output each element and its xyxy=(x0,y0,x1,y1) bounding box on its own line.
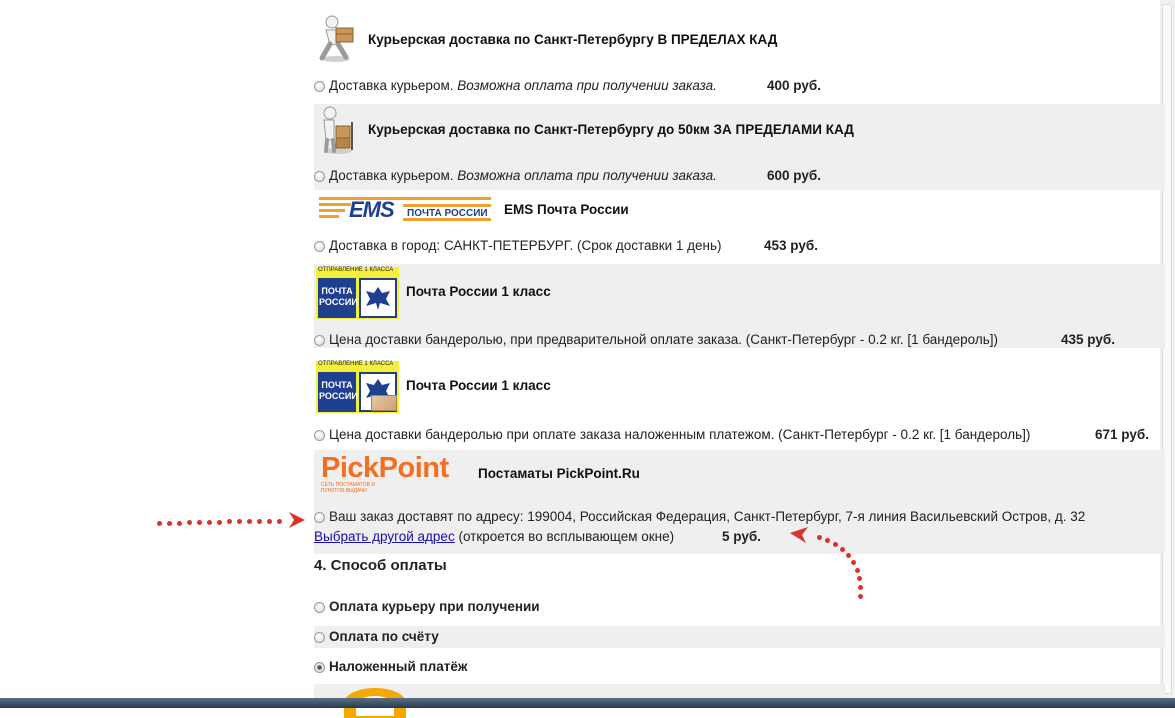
option-text: Ваш заказ доставят по адресу: 199004, Ро… xyxy=(329,509,1086,524)
logo-top-text: ОТПРАВЛЕНИЕ 1 КЛАССА xyxy=(318,267,394,273)
pickpoint-title: Постаматы PickPoint.Ru xyxy=(478,466,640,481)
ems-title: EMS Почта России xyxy=(504,202,629,217)
pickpoint-change-row: Выбрать другой адрес (откроется во всплы… xyxy=(314,529,674,544)
courier-in-price: 400 руб. xyxy=(767,78,821,93)
option-text: Доставка курьером. xyxy=(329,168,454,183)
option-note: Возможна оплата при получении заказа. xyxy=(457,78,717,93)
ems-option[interactable]: Доставка в город: САНКТ-ПЕТЕРБУРГ. (Срок… xyxy=(314,238,722,253)
post-cod-price: 671 руб. xyxy=(1095,427,1149,442)
option-text: Доставка в город: САНКТ-ПЕТЕРБУРГ. (Срок… xyxy=(329,238,722,253)
courier-in-radio[interactable] xyxy=(314,81,325,92)
post-prepaid-radio[interactable] xyxy=(314,335,325,346)
payment-option-label: Наложенный платёж xyxy=(329,659,468,674)
pochta-first-class-logo: ОТПРАВЛЕНИЕ 1 КЛАССА ПОЧТА РОССИИ xyxy=(316,267,399,319)
ems-logo-subtext: ПОЧТА РОССИИ xyxy=(407,208,488,219)
pickpoint-option[interactable]: Ваш заказ доставят по адресу: 199004, Ро… xyxy=(314,509,1085,524)
logo-top-text: ОТПРАВЛЕНИЕ 1 КЛАССА xyxy=(318,361,394,367)
pickpoint-price: 5 руб. xyxy=(722,529,761,544)
payment-cod-radio[interactable] xyxy=(314,662,325,673)
option-text: Цена доставки бандеролью, при предварите… xyxy=(329,332,999,347)
post-cod-option[interactable]: Цена доставки бандеролью при оплате зака… xyxy=(314,427,1030,442)
payment-invoice-radio[interactable] xyxy=(314,632,325,643)
courier-out-title: Курьерская доставка по Санкт-Петербургу … xyxy=(368,122,854,137)
payment-option-label: Оплата по счёту xyxy=(329,629,439,644)
courier-out-option[interactable]: Доставка курьером. Возможна оплата при п… xyxy=(314,168,717,183)
arrowhead-right-icon xyxy=(289,512,305,528)
row-band xyxy=(314,626,1165,648)
courier-out-radio[interactable] xyxy=(314,171,325,182)
pickpoint-logo: PickPoint СЕТЬ ПОСТАМАТОВ И ПУНКТОВ ВЫДА… xyxy=(321,452,467,496)
payment-option-invoice[interactable]: Оплата по счёту xyxy=(314,629,439,644)
post-cod-radio[interactable] xyxy=(314,430,325,441)
courier-runner-icon xyxy=(316,14,360,65)
post-prepaid-option[interactable]: Цена доставки бандеролью, при предварите… xyxy=(314,332,998,347)
change-address-link[interactable]: Выбрать другой адрес xyxy=(314,529,455,544)
option-text: Цена доставки бандеролью при оплате зака… xyxy=(329,427,1031,442)
pickpoint-tagline: СЕТЬ ПОСТАМАТОВ И ПУНКТОВ ВЫДАЧИ xyxy=(321,482,375,494)
option-text: Доставка курьером. xyxy=(329,78,454,93)
logo-text: ПОЧТА РОССИИ xyxy=(319,286,358,307)
banknotes-icon xyxy=(371,395,397,411)
courier-in-option[interactable]: Доставка курьером. Возможна оплата при п… xyxy=(314,78,717,93)
payment-option-label: Оплата курьеру при получении xyxy=(329,599,540,614)
pickpoint-radio[interactable] xyxy=(314,512,325,523)
payment-section-title: 4. Способ оплаты xyxy=(314,557,447,574)
ems-price: 453 руб. xyxy=(764,238,818,253)
ems-logo: EMS ПОЧТА РОССИИ xyxy=(319,196,491,222)
arrowhead-left-icon xyxy=(790,527,808,543)
courier-cart-icon xyxy=(316,106,360,157)
post-prepaid-title: Почта России 1 класс xyxy=(406,284,551,299)
post-cod-title: Почта России 1 класс xyxy=(406,378,551,393)
payment-option-courier[interactable]: Оплата курьеру при получении xyxy=(314,599,540,614)
ems-radio[interactable] xyxy=(314,241,325,252)
logo-text: ПОЧТА РОССИИ xyxy=(319,380,358,401)
eagle-emblem-icon xyxy=(366,287,390,310)
payment-option-cod[interactable]: Наложенный платёж xyxy=(314,659,467,674)
pickpoint-logo-text: PickPoint xyxy=(321,452,449,484)
ems-logo-text: EMS xyxy=(349,197,395,222)
pochta-first-class-cod-logo: ОТПРАВЛЕНИЕ 1 КЛАССА ПОЧТА РОССИИ xyxy=(316,361,399,413)
taskbar xyxy=(0,698,1175,708)
courier-out-price: 600 руб. xyxy=(767,168,821,183)
post-prepaid-price: 435 руб. xyxy=(1061,332,1115,347)
payment-courier-radio[interactable] xyxy=(314,602,325,613)
row-band xyxy=(314,684,1165,698)
courier-in-title: Курьерская доставка по Санкт-Петербургу … xyxy=(368,32,778,47)
option-note: Возможна оплата при получении заказа. xyxy=(457,168,717,183)
change-address-note: (откроется во всплывающем окне) xyxy=(458,529,675,544)
